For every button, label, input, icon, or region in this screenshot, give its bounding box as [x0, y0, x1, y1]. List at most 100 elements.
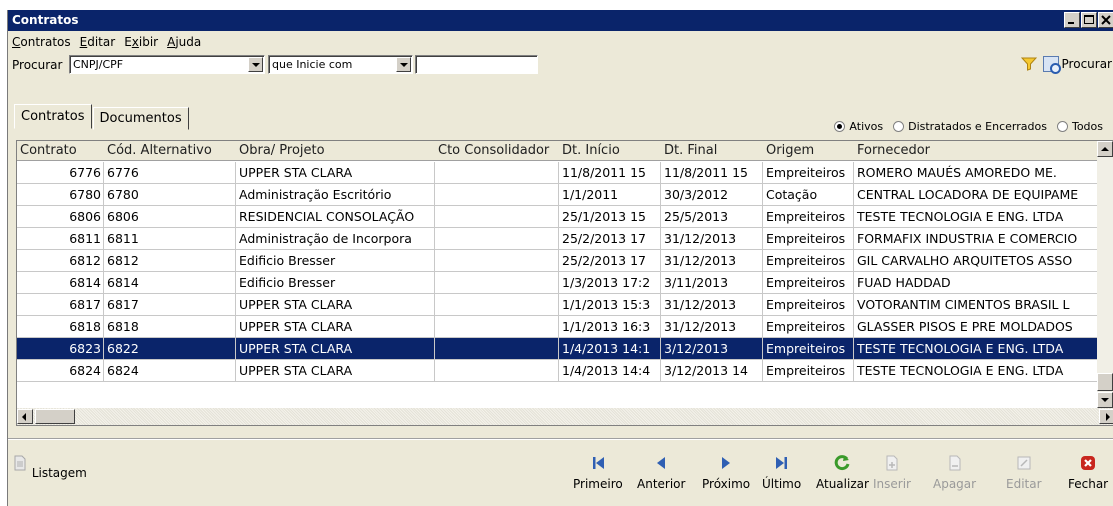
- table-cell: 31/12/2013: [661, 228, 763, 249]
- column-header[interactable]: Cód. Alternativo: [104, 141, 236, 161]
- proximo-button[interactable]: Próximo: [702, 455, 750, 491]
- scroll-up-button[interactable]: [1097, 141, 1113, 157]
- column-header[interactable]: Contrato: [17, 141, 104, 161]
- table-cell: UPPER STA CLARA: [236, 294, 435, 315]
- tab-contratos[interactable]: Contratos: [14, 104, 92, 129]
- table-cell: Edificio Bresser: [236, 272, 435, 293]
- filter-funnel-icon[interactable]: [1020, 57, 1037, 71]
- chevron-down-icon[interactable]: [248, 57, 263, 72]
- table-row[interactable]: 6780 6780 Administração Escritório 1/1/2011…: [17, 184, 1099, 206]
- table-cell: GIL CARVALHO ARQUITETOS ASSO: [854, 250, 1099, 271]
- table-cell: Empreiteiros: [763, 338, 854, 359]
- maximize-button[interactable]: [1081, 12, 1097, 28]
- table-cell: RESIDENCIAL CONSOLAÇÃO: [236, 206, 435, 227]
- table-cell: [435, 338, 559, 359]
- search-label: Procurar: [12, 58, 63, 72]
- table-row[interactable]: 6812 6812 Edificio Bresser 25/2/2013 17 31/1…: [17, 250, 1099, 272]
- scroll-right-button[interactable]: [1099, 409, 1113, 424]
- table-cell: [435, 316, 559, 337]
- table-cell: [435, 228, 559, 249]
- radio-option-2[interactable]: Todos: [1056, 120, 1103, 133]
- anterior-button[interactable]: Anterior: [637, 455, 685, 491]
- search-field-select[interactable]: CNPJ/CPF: [69, 55, 265, 74]
- radio-option-1[interactable]: Distratados e Encerrados: [893, 120, 1047, 133]
- menu-editar[interactable]: Editar: [80, 35, 116, 49]
- editar-button[interactable]: Editar: [1006, 455, 1042, 491]
- menu-contratos[interactable]: Contratos: [12, 35, 71, 49]
- vertical-scrollbar[interactable]: [1097, 141, 1113, 409]
- table-cell: Administração de Incorpora: [236, 228, 435, 249]
- column-header[interactable]: Obra/ Projeto: [236, 141, 435, 161]
- window-close-button[interactable]: [1098, 12, 1113, 28]
- table-row[interactable]: 6776 6776 UPPER STA CLARA 11/8/2011 15 11/8/…: [17, 162, 1099, 184]
- radio-button[interactable]: [1056, 121, 1068, 132]
- table-cell: 6812: [104, 250, 236, 271]
- table-row[interactable]: 6806 6806 RESIDENCIAL CONSOLAÇÃO 25/1/2013 …: [17, 206, 1099, 228]
- radio-button[interactable]: [834, 121, 846, 132]
- table-cell: 6811: [104, 228, 236, 249]
- scroll-down-button[interactable]: [1097, 392, 1113, 408]
- search-bar: Procurar CNPJ/CPF que Inicie com Procura…: [8, 54, 1113, 76]
- table-cell: [435, 184, 559, 205]
- toolbar-button-label: Inserir: [873, 477, 911, 491]
- table-cell: TESTE TECNOLOGIA E ENG. LTDA: [854, 338, 1099, 359]
- column-header[interactable]: Fornecedor: [854, 141, 1099, 161]
- toolbar-button-label: Apagar: [933, 477, 977, 491]
- table-cell: 1/1/2013 15:3: [559, 294, 661, 315]
- toolbar-separator: [8, 438, 1113, 440]
- table-row[interactable]: 6814 6814 Edificio Bresser 1/3/2013 17:2 3/1…: [17, 272, 1099, 294]
- column-header[interactable]: Cto Consolidador: [435, 141, 559, 161]
- column-header[interactable]: Origem: [763, 141, 854, 161]
- atualizar-button[interactable]: Atualizar: [816, 455, 869, 491]
- search-button[interactable]: Procurar: [1042, 56, 1112, 74]
- table-row[interactable]: 6818 6818 UPPER STA CLARA 1/1/2013 16:3 31/1…: [17, 316, 1099, 338]
- table-cell: 6814: [104, 272, 236, 293]
- menu-exibir[interactable]: Exibir: [124, 35, 158, 49]
- table-row[interactable]: 6811 6811 Administração de Incorpora 25/2/2…: [17, 228, 1099, 250]
- table-cell: Empreiteiros: [763, 228, 854, 249]
- table-cell: 31/12/2013: [661, 294, 763, 315]
- ultimo-button[interactable]: Último: [762, 455, 801, 491]
- fechar-button[interactable]: Fechar: [1068, 455, 1108, 491]
- column-header[interactable]: Dt. Final: [661, 141, 763, 161]
- table-row[interactable]: 6817 6817 UPPER STA CLARA 1/1/2013 15:3 31/1…: [17, 294, 1099, 316]
- search-mode-select[interactable]: que Inicie com: [268, 55, 413, 74]
- chevron-down-icon[interactable]: [396, 57, 411, 72]
- toolbar-button-label: Último: [762, 477, 802, 491]
- minimize-button[interactable]: [1064, 12, 1080, 28]
- table-cell: 30/3/2012: [661, 184, 763, 205]
- listagem-button[interactable]: Listagem: [10, 455, 87, 480]
- contracts-grid[interactable]: Contrato Cód. Alternativo Obra/ Projeto Cto…: [16, 140, 1113, 426]
- search-input[interactable]: [415, 55, 538, 74]
- insert-icon: [886, 455, 898, 471]
- horizontal-scrollbar[interactable]: [17, 408, 1113, 425]
- table-row[interactable]: 6824 6824 UPPER STA CLARA 1/4/2013 14:4 3/12…: [17, 360, 1099, 382]
- table-cell: UPPER STA CLARA: [236, 360, 435, 381]
- bottom-toolbar: Listagem Primeiro Anterior Próximo Último At…: [8, 455, 1113, 505]
- tab-documentos[interactable]: Documentos: [92, 107, 189, 130]
- apagar-button[interactable]: Apagar: [933, 455, 976, 491]
- table-cell: 6812: [17, 250, 104, 271]
- radio-option-0[interactable]: Ativos: [834, 120, 883, 133]
- scroll-thumb[interactable]: [1097, 373, 1113, 391]
- scroll-left-button[interactable]: [17, 409, 33, 424]
- column-header[interactable]: Dt. Início: [559, 141, 661, 161]
- table-cell: TESTE TECNOLOGIA E ENG. LTDA: [854, 360, 1099, 381]
- menu-bar: Contratos Editar Exibir Ajuda: [8, 32, 1113, 52]
- last-icon: [775, 457, 787, 469]
- minimize-icon: [1068, 22, 1074, 24]
- radio-button[interactable]: [893, 121, 905, 132]
- horizontal-scroll-thumb[interactable]: [35, 409, 75, 424]
- inserir-button[interactable]: Inserir: [873, 455, 911, 491]
- table-cell: UPPER STA CLARA: [236, 338, 435, 359]
- primeiro-button[interactable]: Primeiro: [573, 455, 623, 491]
- table-cell: 6817: [17, 294, 104, 315]
- table-cell: 31/12/2013: [661, 316, 763, 337]
- delete-icon: [949, 455, 961, 471]
- table-row[interactable]: 6823 6822 UPPER STA CLARA 1/4/2013 14:1 3/12…: [17, 338, 1099, 360]
- menu-ajuda[interactable]: Ajuda: [167, 35, 201, 49]
- table-cell: 11/8/2011 15: [559, 162, 661, 183]
- title-bar[interactable]: Contratos: [8, 10, 1113, 31]
- table-cell: 1/4/2013 14:1: [559, 338, 661, 359]
- table-cell: 6818: [104, 316, 236, 337]
